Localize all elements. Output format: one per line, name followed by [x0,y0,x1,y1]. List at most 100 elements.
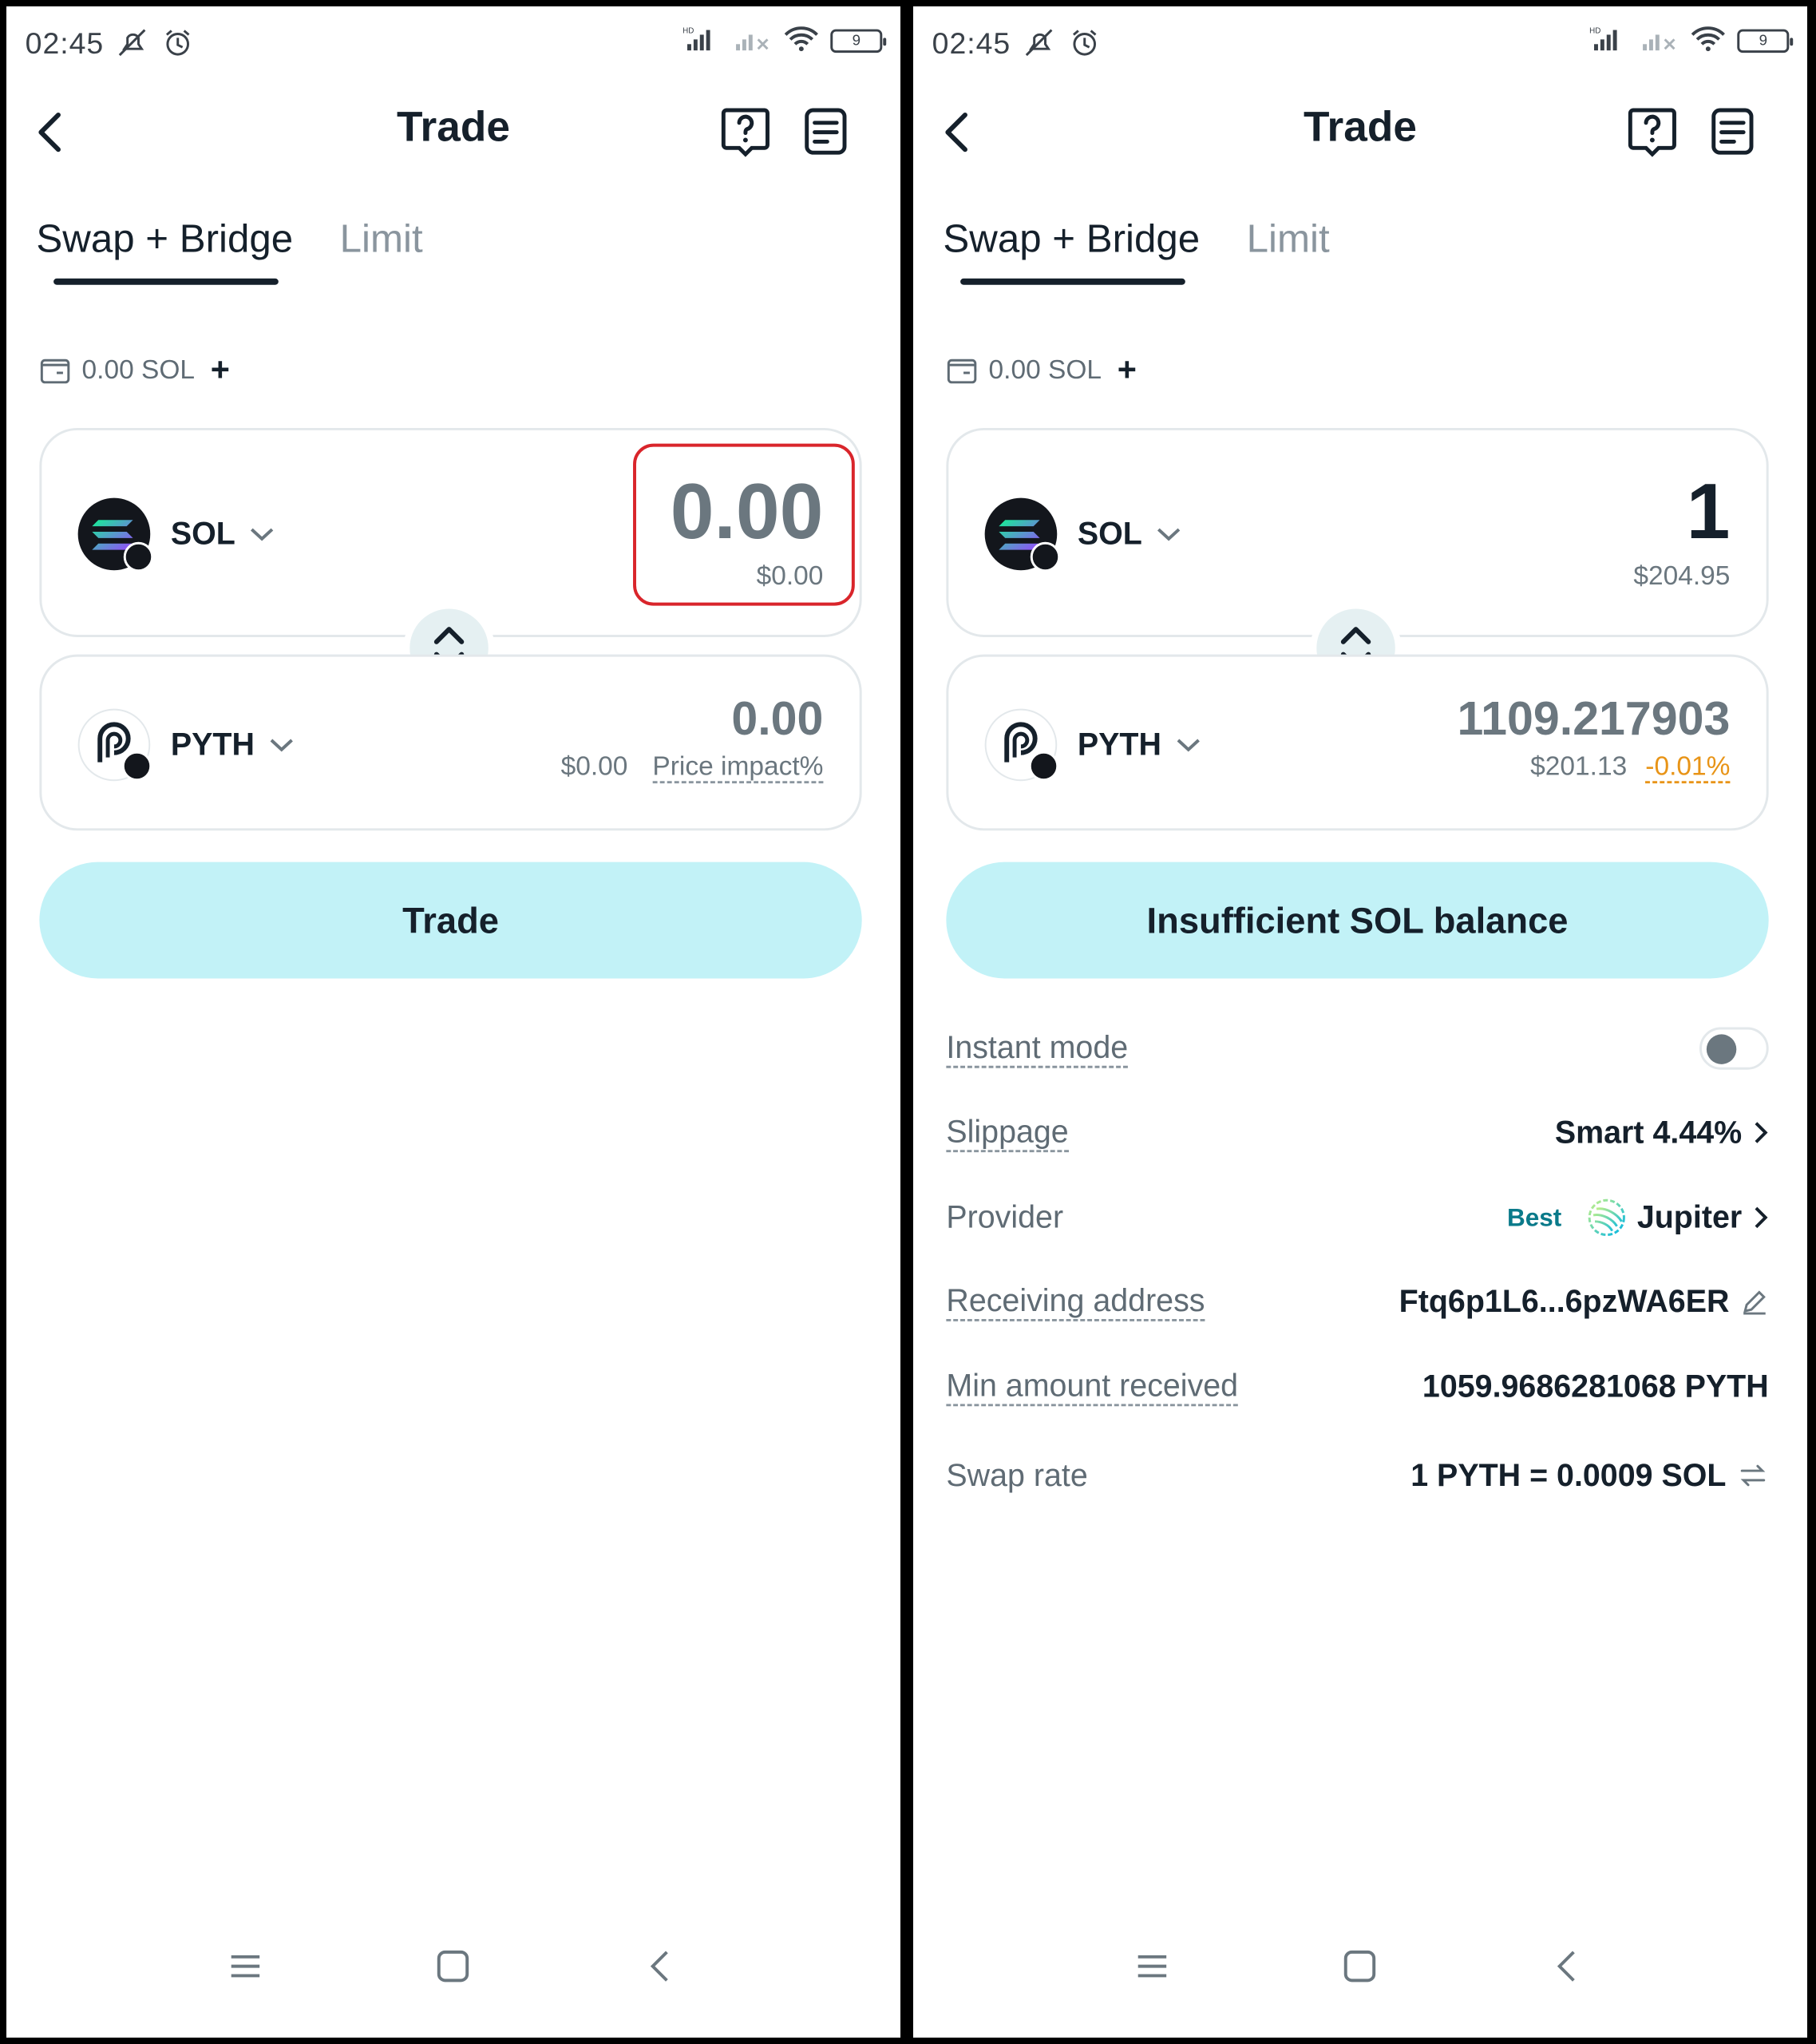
tab-limit[interactable]: Limit [340,216,423,261]
to-token-card: PYTH 1109.217903 $201.13 -0.01% [946,654,1769,831]
tab-swap-bridge[interactable]: Swap + Bridge [36,216,293,261]
chevron-right-icon [1755,1206,1768,1229]
to-amount-usd-row: $0.00 Price impact% [560,751,824,784]
instant-mode-toggle[interactable] [1699,1027,1769,1070]
battery-icon: 9 [830,29,887,53]
mute-icon [1022,26,1058,61]
toggle-knob [1706,1034,1737,1064]
trade-screen-before: 02:45 HD 9 Trade Swap + Bridge Limit 0.0… [6,6,900,2038]
to-token-card: PYTH 0.00 $0.00 Price impact% [39,654,862,831]
signal-off-icon [734,26,772,56]
mute-icon [115,26,151,61]
to-token-selector[interactable]: PYTH [77,708,295,782]
edit-pencil-icon[interactable] [1740,1288,1768,1316]
wallet-balance: 0.00 SOL + [39,353,230,386]
status-bar: 02:45 HD 9 [932,21,1794,68]
nav-back-icon[interactable] [643,1949,678,1983]
chevron-right-icon [1755,1122,1768,1143]
history-icon[interactable] [1707,105,1758,157]
best-badge: Best [1506,1202,1562,1232]
active-tab-indicator [960,278,1185,285]
min-received-label[interactable]: Min amount received [946,1368,1239,1406]
active-tab-indicator [53,278,279,285]
insufficient-balance-button[interactable]: Insufficient SOL balance [946,862,1769,979]
to-amount-usd: $0.00 [560,751,628,782]
wifi-icon [1690,26,1726,56]
highlight-box [633,443,855,606]
nav-back-icon[interactable] [1550,1949,1585,1983]
min-received-row: Min amount received 1059.9686281068 PYTH [946,1359,1769,1414]
home-icon[interactable] [1343,1949,1377,1983]
from-amount-input[interactable]: 1 [1687,466,1731,557]
status-time: 02:45 [25,27,105,61]
receiving-address-label[interactable]: Receiving address [946,1282,1205,1321]
swap-rate-value: 1 PYTH = 0.0009 SOL [1410,1457,1727,1493]
provider-row[interactable]: Provider Best Jupiter [946,1190,1768,1245]
wifi-icon [783,26,819,56]
instant-mode-label[interactable]: Instant mode [946,1029,1129,1068]
slippage-label[interactable]: Slippage [946,1113,1069,1152]
status-bar: 02:45 HD 9 [25,21,887,68]
instant-mode-row: Instant mode [946,1021,1769,1076]
slippage-value: Smart 4.44% [1554,1115,1743,1150]
pyth-logo-icon [984,708,1059,782]
to-token-name: PYTH [170,727,255,763]
signal-icon: HD [682,26,723,56]
add-funds-button[interactable]: + [1118,353,1137,386]
jupiter-logo-icon [1588,1198,1625,1237]
chevron-down-icon [251,528,274,541]
provider-value: Jupiter [1636,1199,1743,1235]
price-impact-value[interactable]: -0.01% [1645,751,1731,784]
android-nav-bar [913,1941,1807,2004]
provider-label: Provider [946,1199,1064,1235]
menu-icon[interactable] [1135,1949,1169,1983]
status-time: 02:45 [932,27,1011,61]
to-amount-usd-row: $201.13 -0.01% [1530,751,1731,784]
pyth-logo-icon [77,708,152,782]
trade-screen-after: 02:45 HD 9 Trade Swap + Bridge Limit 0.0… [913,6,1807,2038]
chevron-down-icon [270,739,293,752]
solana-logo-icon [984,497,1061,572]
chevron-down-icon [1177,739,1200,752]
to-token-name: PYTH [1077,727,1161,763]
trade-button[interactable]: Trade [39,862,862,979]
help-icon[interactable] [720,105,770,157]
solana-chain-badge-icon [1030,541,1061,572]
receiving-address-row: Receiving address Ftq6p1L6...6pzWA6ER [946,1274,1768,1329]
swap-rate-row: Swap rate 1 PYTH = 0.0009 SOL [946,1448,1768,1503]
svg-text:HD: HD [682,26,694,35]
battery-icon: 9 [1737,29,1794,53]
from-token-selector[interactable]: SOL [984,497,1181,572]
tab-limit[interactable]: Limit [1247,216,1330,261]
from-token-selector[interactable]: SOL [77,497,275,572]
slippage-row[interactable]: Slippage Smart 4.44% [946,1105,1768,1160]
swap-rate-label: Swap rate [946,1457,1088,1493]
to-token-selector[interactable]: PYTH [984,708,1201,782]
from-amount-usd: $204.95 [1633,561,1731,591]
alarm-icon [162,26,193,61]
tab-swap-bridge[interactable]: Swap + Bridge [943,216,1200,261]
signal-icon: HD [1589,26,1630,56]
price-impact-label[interactable]: Price impact% [652,751,824,784]
history-icon[interactable] [801,105,851,157]
android-nav-bar [6,1941,900,2004]
to-amount-usd: $201.13 [1530,751,1628,782]
solana-chain-badge-icon [123,541,154,572]
solana-chain-badge-icon [1028,751,1059,782]
swap-rate-toggle-icon[interactable] [1737,1461,1768,1489]
from-token-name: SOL [1077,516,1142,552]
balance-text: 0.00 SOL [988,354,1102,385]
solana-chain-badge-icon [121,751,152,782]
to-amount: 0.00 [731,691,824,745]
solana-logo-icon [77,497,154,572]
from-token-name: SOL [170,516,235,552]
min-received-value: 1059.9686281068 PYTH [1422,1369,1769,1404]
help-icon[interactable] [1627,105,1677,157]
home-icon[interactable] [436,1949,470,1983]
balance-text: 0.00 SOL [81,354,196,385]
menu-icon[interactable] [228,1949,263,1983]
screenshot-stage: 02:45 HD 9 Trade Swap + Bridge Limit 0.0… [0,0,1816,2044]
svg-text:HD: HD [1589,26,1600,35]
add-funds-button[interactable]: + [211,353,230,386]
signal-off-icon [1641,26,1679,56]
